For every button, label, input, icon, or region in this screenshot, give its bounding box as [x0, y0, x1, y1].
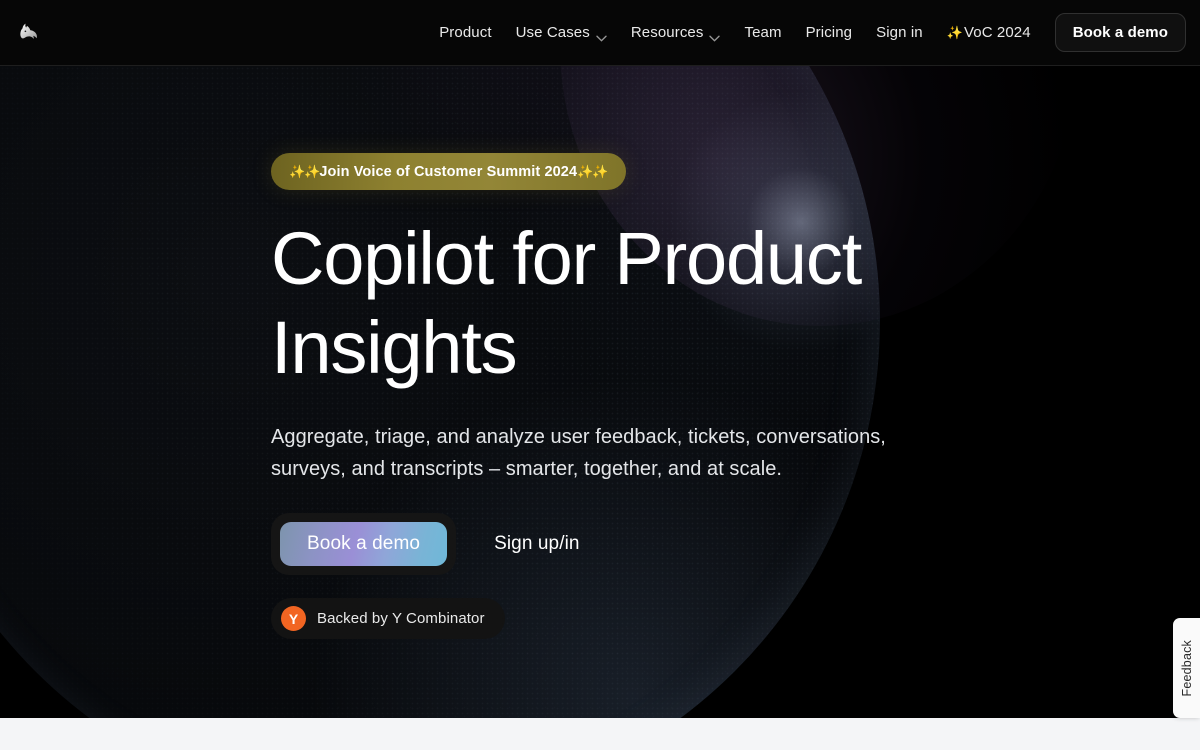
nav-item-pricing[interactable]: Pricing — [794, 18, 865, 47]
sparkles-icon: ✨ — [946, 25, 963, 40]
nav-links-group: Product Use Cases Resources Team Pricing — [427, 13, 1200, 52]
book-a-demo-button[interactable]: Book a demo — [280, 522, 448, 566]
announcement-banner-pill[interactable]: ✨✨ Join Voice of Customer Summit 2024 ✨✨ — [271, 153, 626, 190]
nav-item-team[interactable]: Team — [732, 18, 793, 47]
sparkles-icon: ✨✨ — [577, 163, 608, 179]
top-navigation-bar: Product Use Cases Resources Team Pricing — [0, 0, 1200, 66]
nav-item-label: VoC 2024 — [964, 24, 1031, 41]
nav-item-use-cases[interactable]: Use Cases — [504, 18, 619, 47]
feedback-tab-label: Feedback — [1179, 639, 1194, 697]
nav-item-resources[interactable]: Resources — [619, 18, 733, 47]
hero-subtitle: Aggregate, triage, and analyze user feed… — [271, 426, 886, 480]
nav-item-voc-2024[interactable]: ✨ VoC 2024 — [935, 18, 1043, 47]
nav-item-label: Product — [439, 24, 492, 41]
hero-content: ✨✨ Join Voice of Customer Summit 2024 ✨✨… — [0, 66, 1200, 639]
page-title: Copilot for Product Insights — [271, 217, 862, 389]
primary-cta-ring: Book a demo — [271, 513, 457, 575]
nav-item-label: Team — [744, 24, 782, 41]
hero-section: ✨✨ Join Voice of Customer Summit 2024 ✨✨… — [0, 66, 1200, 718]
feedback-tab[interactable]: Feedback — [1173, 618, 1200, 718]
nav-item-sign-in[interactable]: Sign in — [864, 18, 935, 47]
sparkles-icon: ✨✨ — [289, 163, 320, 179]
y-combinator-icon: Y — [281, 606, 306, 631]
rhino-logo-icon[interactable] — [14, 18, 44, 48]
nav-item-label: Resources — [630, 24, 704, 41]
chevron-down-icon — [709, 29, 721, 42]
nav-book-a-demo-button[interactable]: Book a demo — [1054, 13, 1186, 52]
nav-item-label: Sign in — [876, 24, 923, 41]
below-fold-area — [0, 718, 1200, 750]
sign-up-in-link[interactable]: Sign up/in — [494, 533, 580, 555]
nav-item-label: Use Cases — [515, 24, 590, 41]
nav-item-label: Pricing — [805, 24, 853, 41]
backer-label: Backed by Y Combinator — [317, 610, 485, 627]
page-root: Product Use Cases Resources Team Pricing — [0, 0, 1200, 750]
hero-cta-row: Book a demo Sign up/in — [271, 513, 1200, 575]
nav-item-product[interactable]: Product — [427, 18, 503, 47]
backed-by-y-combinator-badge[interactable]: Y Backed by Y Combinator — [271, 598, 505, 639]
chevron-down-icon — [596, 29, 607, 42]
announcement-label: Join Voice of Customer Summit 2024 — [319, 163, 578, 180]
